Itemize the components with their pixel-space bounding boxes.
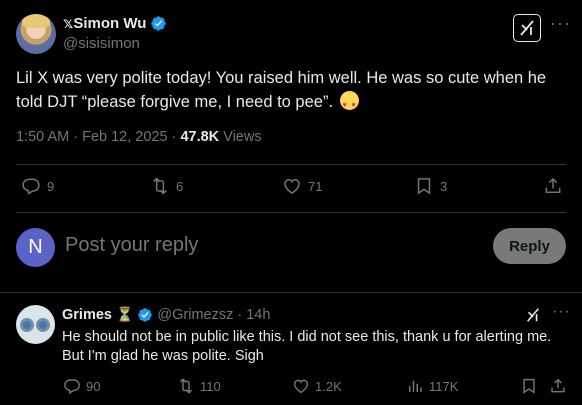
post-views-label: Views <box>219 129 262 145</box>
post-action-bar: 9 6 71 3 <box>0 170 582 206</box>
post-author-row: 𝕩Simon Wu <box>63 14 167 32</box>
reply-text: He should not be in public like this. I … <box>62 329 552 364</box>
repost-count: 110 <box>200 378 221 394</box>
bookmark-action[interactable] <box>520 377 538 395</box>
bookmark-icon <box>523 378 535 394</box>
smiling-face-with-hearts-icon <box>339 91 359 118</box>
verified-badge-icon <box>151 15 167 31</box>
reply-display-name[interactable]: Grimes <box>62 307 112 323</box>
reply-button[interactable]: Reply <box>493 228 566 264</box>
post-views-count: 47.8K <box>180 129 220 145</box>
post-meta: 1:50 AM · Feb 12, 2025 · 47.8K Views <box>16 129 262 145</box>
repost-action[interactable]: 6 <box>150 176 183 196</box>
views-action[interactable]: 117K <box>406 377 458 395</box>
post-timestamp[interactable]: 1:50 AM · Feb 12, 2025 · <box>16 129 180 145</box>
bookmark-count: 3 <box>440 178 448 194</box>
reply-item[interactable]: Grimes ⏳ @Grimezsz · 14h ··· He should n… <box>0 296 582 405</box>
reply-timestamp[interactable]: 14h <box>246 307 270 323</box>
heart-icon <box>284 178 300 194</box>
avatar[interactable] <box>16 305 55 344</box>
grok-icon[interactable] <box>525 307 541 323</box>
more-options-icon[interactable]: ··· <box>550 14 570 36</box>
like-action[interactable]: 1.2K <box>292 377 342 395</box>
post-display-name[interactable]: 𝕩Simon Wu <box>63 14 146 32</box>
reply-author-row: Grimes ⏳ @Grimezsz · 14h <box>62 306 270 323</box>
divider <box>16 164 566 165</box>
repost-icon <box>179 378 193 394</box>
bookmark-icon <box>417 178 431 195</box>
grok-icon <box>520 20 534 36</box>
avatar[interactable] <box>16 14 56 54</box>
share-action[interactable] <box>543 176 563 196</box>
reply-separator: · <box>237 306 243 323</box>
views-count: 117K <box>429 378 459 394</box>
post-handle[interactable]: @sisisimon <box>63 35 140 52</box>
post-text: Lil X was very polite today! You raised … <box>16 66 576 118</box>
share-icon <box>545 177 561 193</box>
goggle-right <box>36 318 50 332</box>
grok-button[interactable] <box>513 14 541 42</box>
post-text-body: Lil X was very polite today! You raised … <box>16 69 547 111</box>
reply-composer: N Reply <box>0 226 582 268</box>
reply-action-bar: 90 110 1.2K 117K <box>0 376 582 400</box>
reply-icon <box>22 178 40 195</box>
bookmark-action[interactable]: 3 <box>414 176 447 196</box>
reply-count: 90 <box>86 378 101 394</box>
repost-count: 6 <box>176 178 184 194</box>
hourglass-icon: ⏳ <box>115 306 134 322</box>
divider <box>0 292 582 293</box>
analytics-icon <box>409 380 422 392</box>
more-options-icon[interactable]: ··· <box>552 303 571 321</box>
repost-action[interactable]: 110 <box>177 377 221 395</box>
like-action[interactable]: 71 <box>282 176 322 196</box>
share-action[interactable] <box>549 377 567 395</box>
user-avatar[interactable]: N <box>16 228 55 267</box>
share-icon <box>551 378 565 393</box>
like-count: 1.2K <box>315 378 342 394</box>
repost-icon <box>153 177 167 195</box>
reply-handle[interactable]: @Grimezsz <box>157 307 233 323</box>
reply-input[interactable] <box>65 234 465 257</box>
reply-action[interactable]: 9 <box>21 176 54 196</box>
divider <box>16 212 566 213</box>
goggle-left <box>20 318 34 332</box>
reply-action[interactable]: 90 <box>63 377 100 395</box>
verified-badge-icon <box>138 307 153 322</box>
reply-icon <box>64 379 80 394</box>
like-count: 71 <box>308 178 323 194</box>
reply-count: 9 <box>47 178 55 194</box>
heart-icon <box>293 379 309 394</box>
